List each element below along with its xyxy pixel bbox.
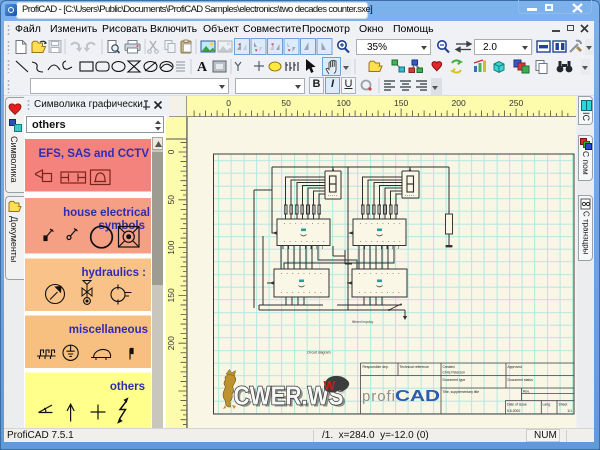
svg-text:W: W (324, 379, 336, 393)
svg-text:Technical reference: Technical reference (400, 365, 430, 369)
svg-text:hydraulics :: hydraulics : (81, 267, 146, 279)
svg-text:250: 250 (509, 98, 523, 108)
svg-text:Responsible dep.: Responsible dep. (363, 365, 389, 369)
svg-text:A: A (197, 60, 208, 75)
svg-text:Date of issue: Date of issue (507, 403, 527, 407)
svg-text:Lang.: Lang. (543, 403, 552, 407)
svg-text:50: 50 (281, 98, 291, 108)
svg-text:100: 100 (166, 240, 176, 254)
svg-text:filtered impulsy: filtered impulsy (352, 320, 374, 324)
svg-text:miscellaneous: miscellaneous (69, 324, 148, 336)
svg-text:others: others (110, 381, 145, 393)
svg-text:0: 0 (166, 149, 176, 154)
svg-text:Chris Peterson: Chris Peterson (443, 371, 466, 375)
svg-text:Document status: Document status (508, 378, 534, 382)
svg-text:1/1: 1/1 (567, 409, 572, 413)
svg-text:Approved: Approved (508, 365, 523, 369)
svg-text:100: 100 (337, 98, 351, 108)
svg-text:Rev.: Rev. (523, 390, 530, 394)
svg-text:50: 50 (166, 195, 176, 205)
svg-text:Created: Created (443, 365, 455, 369)
svg-text:Title, supplementary title: Title, supplementary title (443, 390, 480, 394)
svg-text:5.6.2000: 5.6.2000 (507, 409, 520, 413)
svg-text:200: 200 (452, 98, 466, 108)
svg-text:150: 150 (394, 98, 408, 108)
svg-text:profi: profi (362, 388, 395, 405)
svg-text:0: 0 (226, 98, 231, 108)
svg-text:Document type: Document type (443, 378, 466, 382)
svg-text:Circuit diagram: Circuit diagram (307, 351, 331, 355)
svg-text:CAD: CAD (395, 388, 440, 405)
svg-text:house electrical: house electrical (63, 207, 150, 219)
svg-text:200: 200 (166, 336, 176, 350)
svg-text:EFS, SAS and CCTV: EFS, SAS and CCTV (38, 148, 149, 160)
svg-text:150: 150 (166, 288, 176, 302)
svg-text:Sheet: Sheet (559, 403, 568, 407)
